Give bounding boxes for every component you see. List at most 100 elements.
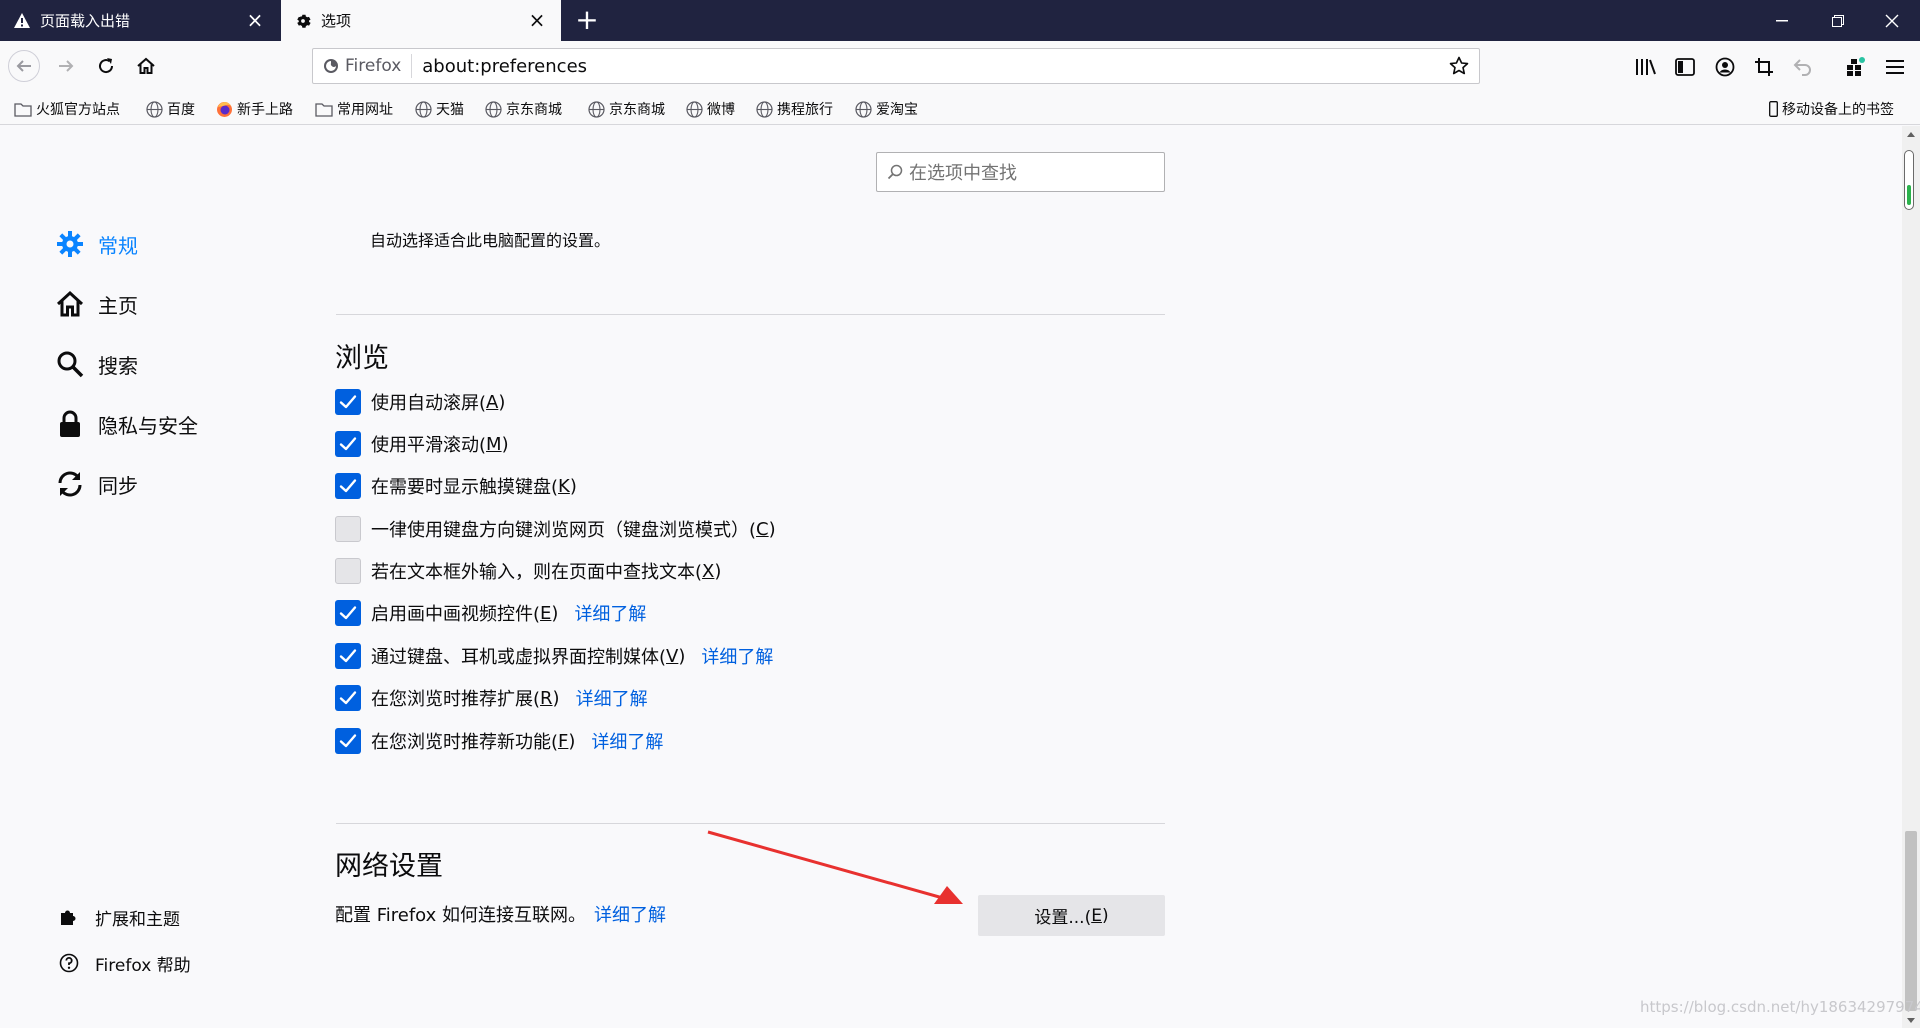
mobile-phone-icon	[1768, 100, 1778, 118]
close-tab-icon[interactable]: ×	[245, 10, 265, 30]
scroll-up-arrow-icon[interactable]	[1902, 126, 1920, 142]
checkbox-unchecked[interactable]	[335, 516, 361, 542]
bookmark-item[interactable]: 新手上路	[215, 98, 293, 120]
checkbox-checked[interactable]	[335, 389, 361, 415]
bookmark-item[interactable]: 微博	[685, 98, 735, 120]
minimize-button[interactable]	[1754, 0, 1810, 41]
learn-more-link[interactable]: 详细了解	[574, 600, 646, 626]
option-accesskey: C	[756, 518, 769, 540]
gear-icon	[55, 229, 85, 259]
checkbox-checked[interactable]	[335, 431, 361, 457]
vertical-scrollbar[interactable]	[1902, 126, 1920, 1028]
back-arrow-icon	[16, 60, 31, 72]
browsing-option-row[interactable]: 一律使用键盘方向键浏览网页（键盘浏览模式）(C)	[335, 515, 776, 543]
forward-button[interactable]	[50, 50, 82, 82]
url-bar[interactable]: Firefox about:preferences	[312, 48, 1480, 84]
library-icon[interactable]	[1634, 55, 1658, 79]
learn-more-link[interactable]: 详细了解	[591, 728, 663, 754]
browsing-option-row[interactable]: 使用平滑滚动(M)	[335, 430, 509, 458]
checkbox-unchecked[interactable]	[335, 558, 361, 584]
gear-icon	[293, 11, 313, 31]
mobile-bookmarks[interactable]: 移动设备上的书签	[1768, 98, 1894, 120]
option-label-close: )	[569, 475, 577, 497]
find-in-options-input[interactable]: 在选项中查找	[876, 152, 1165, 192]
browsing-option-row[interactable]: 若在文本框外输入，则在页面中查找文本(X)	[335, 557, 721, 585]
tab-page-load-error[interactable]: 页面载入出错 ×	[0, 0, 279, 41]
checkmark-icon	[339, 649, 357, 663]
checkbox-checked[interactable]	[335, 473, 361, 499]
option-label: 使用平滑滚动(	[371, 435, 487, 456]
checkbox-checked[interactable]	[335, 685, 361, 711]
bookmark-item[interactable]: 百度	[145, 98, 195, 120]
category-privacy-security[interactable]: 隐私与安全	[55, 406, 198, 442]
identity-box[interactable]: Firefox	[313, 54, 413, 78]
category-general[interactable]: 常规	[55, 226, 138, 262]
bookmark-item[interactable]: 天猫	[414, 98, 464, 120]
reload-button[interactable]	[90, 50, 122, 82]
network-learn-more-link[interactable]: 详细了解	[594, 901, 666, 927]
checkbox-checked[interactable]	[335, 728, 361, 754]
bookmark-item[interactable]: 京东商城	[484, 98, 562, 120]
network-heading: 网络设置	[335, 851, 443, 882]
checkbox-checked[interactable]	[335, 643, 361, 669]
close-tab-icon[interactable]: ×	[527, 10, 547, 30]
browsing-option-row[interactable]: 在需要时显示触摸键盘(K)	[335, 472, 577, 500]
button-label-close: )	[1101, 905, 1109, 926]
tab-label: 选项	[321, 12, 352, 30]
option-accesskey: R	[540, 687, 553, 709]
close-window-button[interactable]	[1864, 0, 1920, 41]
url-text[interactable]: about:preferences	[412, 56, 587, 77]
extensions-icon[interactable]	[1844, 55, 1868, 79]
undo-icon[interactable]	[1791, 55, 1815, 79]
option-accesskey: E	[540, 602, 552, 624]
option-label: 一律使用键盘方向键浏览网页（键盘浏览模式）(	[371, 520, 757, 541]
bookmark-item[interactable]: 京东商城	[587, 98, 665, 120]
bookmarks-toolbar: 火狐官方站点 百度 新手上路 常用网址 天猫 京东商城 京东商城 微博 携程旅行…	[0, 91, 1920, 125]
reload-icon	[99, 58, 114, 74]
addons-themes-link[interactable]: 扩展和主题	[58, 904, 180, 930]
bookmark-label: 爱淘宝	[876, 102, 918, 118]
browsing-option-row[interactable]: 在您浏览时推荐新功能(F) 详细了解	[335, 727, 663, 755]
bookmark-item[interactable]: 爱淘宝	[854, 98, 918, 120]
network-settings-button[interactable]: 设置...(E)	[978, 895, 1165, 936]
bookmark-item[interactable]: 火狐官方站点	[14, 98, 120, 120]
screenshot-crop-icon[interactable]	[1752, 55, 1776, 79]
bookmark-star-icon[interactable]	[1449, 56, 1469, 80]
checkbox-checked[interactable]	[335, 600, 361, 626]
bookmark-item[interactable]: 携程旅行	[755, 98, 833, 120]
browsing-option-row[interactable]: 使用自动滚屏(A)	[335, 388, 505, 416]
category-search[interactable]: 搜索	[55, 346, 138, 382]
accesskey: E	[1091, 905, 1102, 926]
restore-button[interactable]	[1810, 0, 1866, 41]
menu-hamburger-icon[interactable]	[1883, 55, 1907, 79]
option-label-close: )	[768, 518, 776, 540]
firefox-help-link[interactable]: Firefox 帮助	[58, 950, 191, 976]
globe-icon	[755, 100, 773, 118]
new-tab-button[interactable]: +	[572, 6, 602, 36]
back-button[interactable]	[8, 50, 40, 82]
globe-icon	[587, 100, 605, 118]
home-button[interactable]	[130, 50, 162, 82]
checkmark-icon	[339, 691, 357, 705]
category-sync[interactable]: 同步	[55, 466, 138, 502]
globe-icon	[414, 100, 432, 118]
sidebar-toggle-icon[interactable]	[1673, 55, 1697, 79]
category-home[interactable]: 主页	[55, 286, 138, 322]
tab-options[interactable]: 选项 ×	[281, 0, 561, 41]
red-annotation-arrow	[707, 830, 963, 904]
bookmark-label: 常用网址	[337, 102, 393, 118]
account-icon[interactable]	[1713, 55, 1737, 79]
learn-more-link[interactable]: 详细了解	[701, 643, 773, 669]
bookmark-label: 百度	[167, 102, 195, 118]
bookmark-label: 携程旅行	[777, 102, 833, 118]
browsing-option-row[interactable]: 通过键盘、耳机或虚拟界面控制媒体(V) 详细了解	[335, 642, 773, 670]
browsing-option-row[interactable]: 启用画中画视频控件(E) 详细了解	[335, 599, 646, 627]
identity-label: Firefox	[345, 56, 402, 76]
browsing-option-row[interactable]: 在您浏览时推荐扩展(R) 详细了解	[335, 684, 648, 712]
scroll-thumb[interactable]	[1905, 831, 1917, 1011]
bookmark-item[interactable]: 常用网址	[315, 98, 393, 120]
category-label: 同步	[98, 473, 138, 498]
learn-more-link[interactable]: 详细了解	[576, 685, 648, 711]
lock-icon	[55, 409, 85, 439]
option-label: 在需要时显示触摸键盘(	[371, 477, 559, 498]
